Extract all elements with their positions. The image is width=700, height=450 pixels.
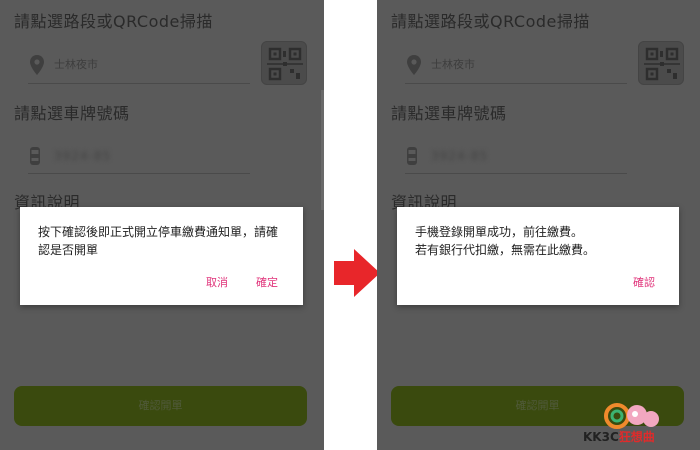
location-value: 士林夜市: [54, 58, 98, 71]
watermark-brand-prefix: KK3C: [583, 430, 619, 444]
plate-field[interactable]: 3924-85: [405, 140, 627, 174]
dialog-message: 按下確認後即正式開立停車繳費通知單，請確認是否開單: [38, 225, 279, 257]
location-field[interactable]: 士林夜市: [28, 50, 250, 84]
dialog-message-line-1: 手機登錄開單成功，前往繳費。: [415, 225, 584, 239]
scrollbar[interactable]: [321, 90, 324, 210]
watermark-brand-suffix: 狂想曲: [618, 430, 655, 444]
plate-field[interactable]: 3924-85: [28, 140, 250, 174]
confirm-issue-button[interactable]: 確認開單: [14, 386, 307, 426]
qr-scan-icon: [644, 47, 680, 81]
car-icon: [407, 147, 417, 165]
plate-value: 3924-85: [54, 149, 112, 163]
qr-scan-icon: [267, 47, 303, 81]
qr-scan-button[interactable]: [261, 41, 307, 85]
location-field[interactable]: 士林夜市: [405, 50, 627, 84]
dialog-cancel-button[interactable]: 取消: [206, 274, 228, 290]
kk3c-watermark: KK3C狂想曲: [583, 402, 669, 448]
confirm-dialog: 按下確認後即正式開立停車繳費通知單，請確認是否開單 取消 確定: [20, 207, 303, 305]
dialog-message: 手機登錄開單成功，前往繳費。 若有銀行代扣繳，無需在此繳費。: [415, 223, 665, 259]
route-section-title: 請點選路段或QRCode掃描: [391, 12, 590, 31]
location-pin-icon: [30, 55, 44, 75]
plate-section-title: 請點選車牌號碼: [14, 104, 130, 123]
car-icon: [30, 147, 40, 165]
dialog-confirm-button[interactable]: 確定: [256, 274, 278, 290]
phone-screen-after: 請點選路段或QRCode掃描 士林夜市 請點選車牌號碼 3924-85 資訊說明…: [377, 0, 700, 450]
route-section-title: 請點選路段或QRCode掃描: [14, 12, 213, 31]
phone-screen-before: 請點選路段或QRCode掃描 士林夜市 請點選車牌號碼 3924-85 資訊說明…: [0, 0, 324, 450]
comparison-stage: 請點選路段或QRCode掃描 士林夜市 請點選車牌號碼 3924-85 資訊說明…: [0, 0, 700, 450]
confirm-issue-label: 確認開單: [138, 399, 183, 412]
plate-section-title: 請點選車牌號碼: [391, 104, 507, 123]
watermark-logo-icon: [604, 403, 659, 429]
watermark-text: KK3C狂想曲: [583, 428, 655, 445]
plate-value: 3924-85: [431, 149, 489, 163]
qr-scan-button[interactable]: [638, 41, 684, 85]
success-dialog: 手機登錄開單成功，前往繳費。 若有銀行代扣繳，無需在此繳費。 確認: [397, 207, 679, 305]
dialog-ok-button[interactable]: 確認: [633, 274, 655, 290]
right-arrow-icon: [334, 249, 380, 297]
location-value: 士林夜市: [431, 58, 475, 71]
location-pin-icon: [407, 55, 421, 75]
dialog-message-line-2: 若有銀行代扣繳，無需在此繳費。: [415, 243, 596, 257]
